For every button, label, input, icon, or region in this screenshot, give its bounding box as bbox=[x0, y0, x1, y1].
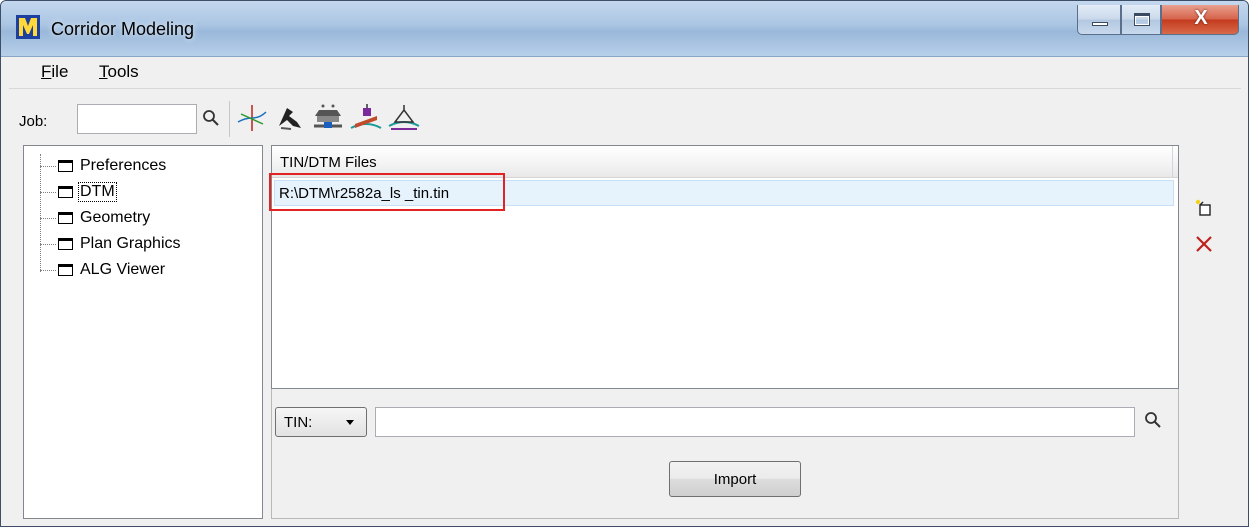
menu-file[interactable]: File bbox=[41, 62, 68, 82]
file-path-input[interactable] bbox=[375, 407, 1135, 437]
tree-branch-line bbox=[40, 244, 56, 245]
tree-item-label: ALG Viewer bbox=[80, 261, 166, 278]
tree-item-label: Plan Graphics bbox=[80, 235, 181, 252]
menu-bar: File Tools bbox=[9, 57, 1241, 89]
chevron-down-icon bbox=[346, 420, 354, 425]
tree-vertical-line bbox=[40, 154, 41, 272]
column-divider[interactable] bbox=[1172, 146, 1173, 178]
tree-item-alg-viewer[interactable]: ALG Viewer bbox=[40, 258, 260, 284]
tree-branch-line bbox=[40, 218, 56, 219]
close-icon: X bbox=[1194, 7, 1208, 29]
maximize-icon bbox=[1134, 13, 1150, 26]
corridor-icon[interactable] bbox=[311, 102, 345, 134]
window-icon bbox=[58, 186, 73, 198]
superelevation-icon[interactable] bbox=[349, 102, 383, 134]
window-icon bbox=[58, 264, 73, 276]
menu-tools-rest: ools bbox=[107, 62, 139, 81]
file-type-dropdown[interactable]: TIN: bbox=[275, 407, 367, 437]
list-header[interactable]: TIN/DTM Files bbox=[272, 146, 1178, 178]
window-icon bbox=[58, 160, 73, 172]
job-label: Job: bbox=[19, 113, 48, 130]
template-icon[interactable] bbox=[273, 102, 307, 134]
list-item[interactable]: R:\DTM\r2582a_ls _tin.tin bbox=[274, 180, 1174, 206]
tree-branch-line bbox=[40, 270, 56, 271]
menu-tools-accel: T bbox=[99, 62, 108, 81]
tree-item-dtm[interactable]: DTM bbox=[40, 180, 260, 206]
corridor-modeling-window: Corridor Modeling X File Tools Job: Pref… bbox=[0, 0, 1249, 527]
title-bar[interactable]: Corridor Modeling X bbox=[1, 1, 1248, 57]
tree-item-label: DTM bbox=[78, 182, 117, 202]
maximize-button[interactable] bbox=[1121, 5, 1161, 35]
cross-section-icon[interactable] bbox=[387, 102, 421, 134]
minimize-icon bbox=[1092, 22, 1108, 26]
job-input[interactable] bbox=[77, 104, 197, 134]
browse-search-icon[interactable] bbox=[1143, 409, 1163, 431]
file-type-value: TIN: bbox=[284, 414, 313, 431]
search-icon[interactable] bbox=[201, 107, 221, 129]
window-icon bbox=[58, 212, 73, 224]
menu-file-accel: F bbox=[41, 62, 52, 81]
tree-branch-line bbox=[40, 166, 56, 167]
alignment-icon[interactable] bbox=[235, 102, 269, 134]
minimize-button[interactable] bbox=[1077, 5, 1121, 35]
close-button[interactable]: X bbox=[1161, 5, 1239, 35]
tree-item-geometry[interactable]: Geometry bbox=[40, 206, 260, 232]
file-path: R:\DTM\r2582a_ls _tin.tin bbox=[279, 185, 450, 202]
navigation-tree: Preferences DTM Geometry Plan Graphics A… bbox=[23, 145, 263, 519]
new-file-icon[interactable] bbox=[1194, 197, 1216, 219]
menu-tools[interactable]: Tools bbox=[99, 62, 139, 82]
window-icon bbox=[58, 238, 73, 250]
app-logo-icon bbox=[16, 15, 40, 39]
toolbar: Job: bbox=[9, 97, 1241, 143]
menu-file-rest: ile bbox=[51, 62, 69, 81]
tree-item-plan-graphics[interactable]: Plan Graphics bbox=[40, 232, 260, 258]
toolbar-separator bbox=[229, 101, 230, 137]
column-header-tin-dtm-files: TIN/DTM Files bbox=[280, 154, 377, 171]
import-button[interactable]: Import bbox=[669, 461, 801, 497]
tree-branch-line bbox=[40, 192, 56, 193]
window-title: Corridor Modeling bbox=[51, 19, 195, 39]
tree-item-preferences[interactable]: Preferences bbox=[40, 154, 260, 180]
delete-icon[interactable] bbox=[1193, 233, 1215, 255]
tree-item-label: Preferences bbox=[80, 157, 167, 174]
tin-dtm-files-list[interactable]: TIN/DTM Files R:\DTM\r2582a_ls _tin.tin bbox=[271, 145, 1179, 389]
tree-item-label: Geometry bbox=[80, 209, 151, 226]
